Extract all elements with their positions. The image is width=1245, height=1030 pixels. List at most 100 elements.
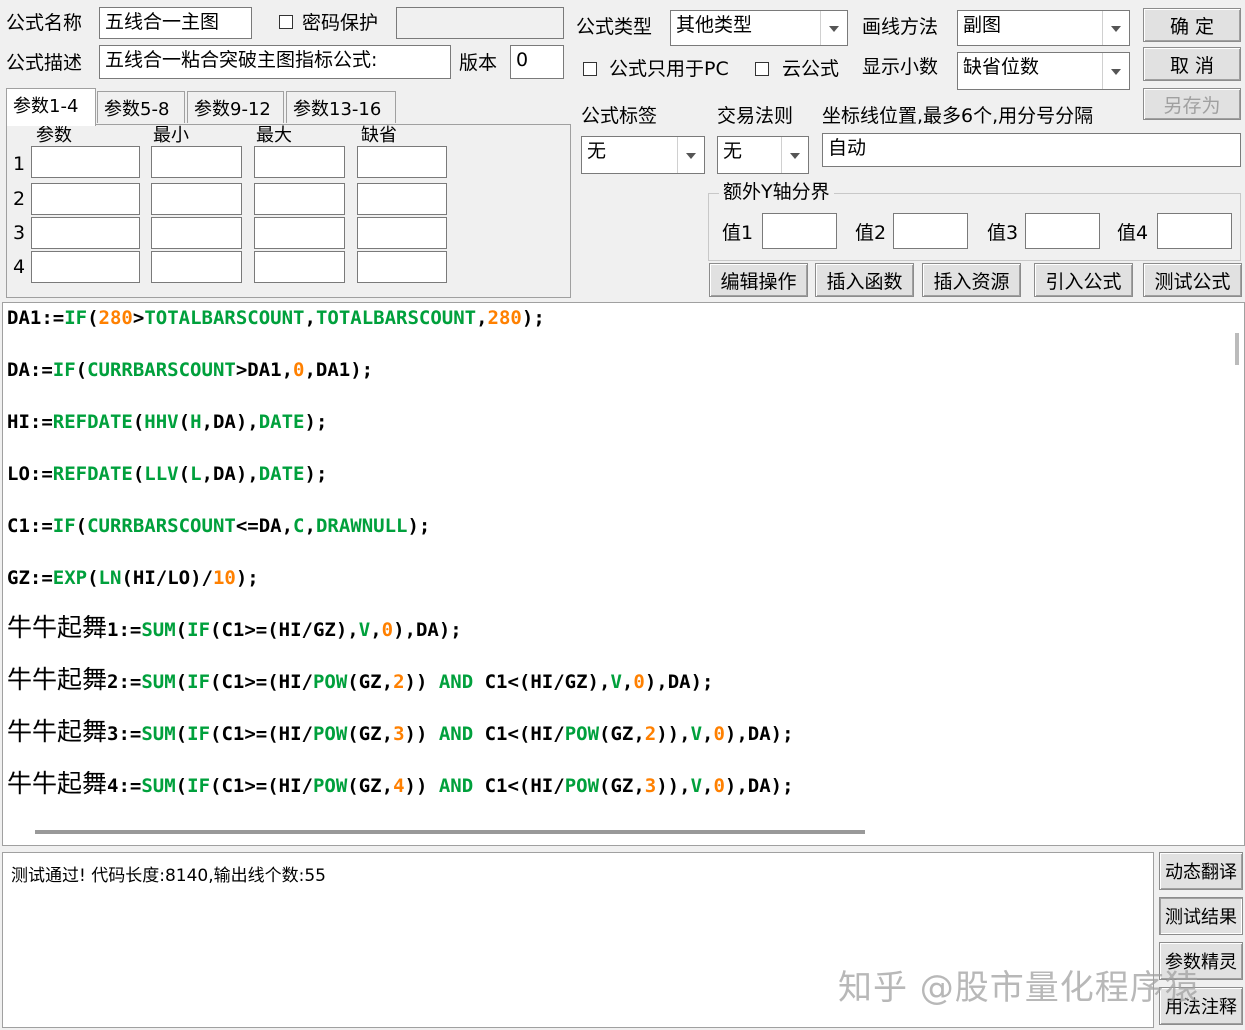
dynamic-translate-button[interactable]: 动态翻译 — [1159, 852, 1243, 890]
formula-type-label: 公式类型 — [576, 16, 653, 38]
code-line: DA1:=IF(280>TOTALBARSCOUNT,TOTALBARSCOUN… — [7, 309, 545, 328]
code-text: 3:= — [107, 723, 142, 745]
decimals-select[interactable]: 缺省位数 — [957, 52, 1130, 90]
horizontal-scrollbar-thumb[interactable] — [35, 830, 865, 834]
param-default-input-4[interactable] — [357, 251, 447, 283]
code-text: , — [702, 723, 714, 745]
code-text: HI:= — [7, 411, 53, 433]
code-text: ( — [178, 463, 191, 485]
formula-type-select[interactable]: 其他类型 — [670, 10, 848, 46]
tab-params-9-12[interactable]: 参数9-12 — [187, 91, 284, 123]
pc-only-checkbox[interactable] — [583, 62, 597, 76]
param-min-input-4[interactable] — [151, 251, 242, 283]
formula-name-input[interactable]: 五线合一主图 — [99, 7, 252, 39]
axis-position-input[interactable]: 自动 — [822, 133, 1241, 167]
code-text: 4:= — [107, 775, 142, 797]
code-line: 牛牛起舞4:=SUM(IF(C1>=(HI/POW(GZ,4)) AND C1<… — [7, 771, 794, 796]
param-name-input-1[interactable] — [31, 146, 140, 178]
code-text: ,DA), — [201, 411, 259, 433]
value-input-1[interactable] — [762, 213, 837, 249]
value-input-2[interactable] — [893, 213, 968, 249]
param-default-input-1[interactable] — [357, 146, 447, 178]
code-text: >DA1, — [235, 359, 294, 381]
code-keyword: V — [610, 671, 622, 693]
code-keyword: AND — [438, 671, 474, 693]
tab-params-13-16[interactable]: 参数13-16 — [286, 91, 396, 123]
chevron-down-icon[interactable] — [1102, 11, 1129, 45]
insert-function-button[interactable]: 插入函数 — [815, 263, 914, 297]
code-text: ,DA), — [201, 463, 259, 485]
code-line: 牛牛起舞3:=SUM(IF(C1>=(HI/POW(GZ,3)) AND C1<… — [7, 719, 794, 744]
code-keyword: SUM — [141, 723, 176, 745]
code-number: 280 — [98, 307, 133, 329]
cancel-button[interactable]: 取 消 — [1143, 47, 1241, 81]
param-row-label: 4 — [13, 256, 26, 278]
draw-method-label: 画线方法 — [862, 16, 939, 38]
param-default-input-3[interactable] — [357, 217, 447, 249]
param-col-min: 最小 — [153, 125, 189, 146]
param-min-input-1[interactable] — [151, 146, 242, 178]
param-max-input-1[interactable] — [254, 146, 345, 178]
value-input-3[interactable] — [1025, 213, 1100, 249]
param-name-input-2[interactable] — [31, 183, 140, 215]
tab-params-1-4[interactable]: 参数1-4 — [6, 88, 96, 126]
code-keyword: EXP — [52, 567, 88, 589]
code-text: C1<(HI/GZ), — [473, 671, 611, 693]
version-input[interactable]: 0 — [510, 45, 564, 79]
param-min-input-2[interactable] — [151, 183, 242, 215]
save-as-button[interactable]: 另存为 — [1143, 88, 1241, 120]
code-editor[interactable]: DA1:=IF(280>TOTALBARSCOUNT,TOTALBARSCOUN… — [2, 302, 1245, 846]
edit-operations-button[interactable]: 编辑操作 — [709, 263, 808, 297]
code-text: , — [370, 619, 382, 641]
value-input-4[interactable] — [1157, 213, 1232, 249]
password-checkbox[interactable] — [279, 15, 293, 29]
trade-rule-value: 无 — [723, 140, 743, 162]
code-number: 280 — [487, 307, 522, 329]
code-text: ); — [521, 307, 545, 329]
code-line: C1:=IF(CURRBARSCOUNT<=DA,C,DRAWNULL); — [7, 517, 430, 536]
code-number: 0 — [381, 619, 394, 641]
code-text: 牛牛起舞 — [7, 717, 108, 746]
chevron-down-icon[interactable] — [820, 11, 847, 45]
vertical-scrollbar-thumb[interactable] — [1235, 333, 1239, 365]
formula-tag-select[interactable]: 无 — [581, 136, 705, 174]
code-keyword: IF — [187, 723, 211, 745]
param-max-input-4[interactable] — [254, 251, 345, 283]
password-input[interactable] — [396, 7, 564, 39]
chevron-down-icon[interactable] — [677, 137, 704, 173]
code-text: ( — [178, 411, 191, 433]
param-max-input-2[interactable] — [254, 183, 345, 215]
ok-button[interactable]: 确 定 — [1143, 8, 1241, 42]
code-number: 2 — [393, 671, 405, 693]
import-formula-button[interactable]: 引入公式 — [1034, 263, 1133, 297]
code-text: ( — [87, 307, 99, 329]
tab-params-5-8[interactable]: 参数5-8 — [97, 91, 185, 123]
code-line: 牛牛起舞2:=SUM(IF(C1>=(HI/POW(GZ,2)) AND C1<… — [7, 667, 713, 692]
code-text: )), — [656, 775, 691, 797]
cloud-checkbox[interactable] — [755, 62, 769, 76]
code-keyword: SUM — [141, 671, 176, 693]
version-label: 版本 — [459, 52, 498, 74]
formula-desc-input[interactable]: 五线合一粘合突破主图指标公式: — [99, 45, 451, 79]
trade-rule-select[interactable]: 无 — [717, 136, 809, 174]
code-text: )), — [656, 723, 691, 745]
code-keyword: CURRBARSCOUNT — [87, 515, 236, 537]
code-keyword: REFDATE — [52, 411, 133, 433]
chevron-down-icon[interactable] — [781, 137, 808, 173]
code-number: 0 — [713, 723, 725, 745]
test-result-button[interactable]: 测试结果 — [1159, 897, 1243, 935]
code-text: ( — [132, 463, 145, 485]
param-max-input-3[interactable] — [254, 217, 345, 249]
param-name-input-3[interactable] — [31, 217, 140, 249]
test-formula-button[interactable]: 测试公式 — [1143, 263, 1242, 297]
param-min-input-3[interactable] — [151, 217, 242, 249]
insert-resource-button[interactable]: 插入资源 — [922, 263, 1021, 297]
param-name-input-4[interactable] — [31, 251, 140, 283]
code-keyword: IF — [64, 307, 88, 329]
formula-name-label: 公式名称 — [6, 12, 83, 34]
code-keyword: DATE — [258, 463, 305, 485]
param-default-input-2[interactable] — [357, 183, 447, 215]
chevron-down-icon[interactable] — [1102, 53, 1129, 89]
draw-method-select[interactable]: 副图 — [957, 10, 1130, 46]
extra-y-axis-label: 额外Y轴分界 — [719, 183, 834, 202]
